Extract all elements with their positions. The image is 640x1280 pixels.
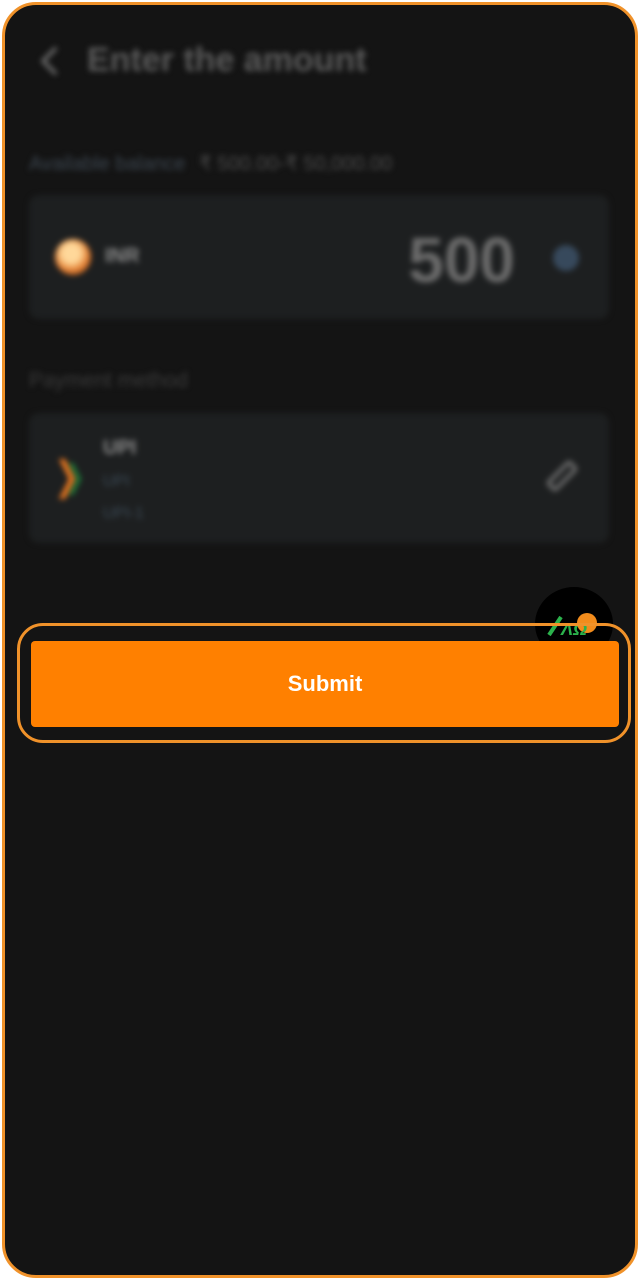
page-title: Enter the amount [87, 41, 367, 79]
amount-input[interactable]: 500 [408, 223, 515, 297]
payment-method-card[interactable]: UPI UPI UPI-1 [29, 413, 609, 543]
app-frame: Enter the amount Available balance ₹ 500… [2, 2, 638, 1278]
method-name: UPI [103, 437, 137, 459]
edit-icon[interactable] [543, 457, 583, 497]
amount-card[interactable]: INR 500 [29, 195, 609, 319]
submit-button[interactable]: Submit [31, 641, 619, 727]
back-icon[interactable] [35, 41, 65, 81]
clear-icon[interactable] [553, 245, 579, 271]
currency-label: INR [105, 245, 140, 267]
method-account: UPI-1 [103, 505, 144, 522]
balance-range: ₹ 500.00-₹ 50,000.00 [198, 153, 393, 175]
coin-icon [55, 239, 91, 275]
payment-method-label: Payment method [29, 369, 188, 392]
method-subtitle: UPI [103, 473, 130, 490]
balance-label: Available balance [29, 153, 186, 175]
available-balance: Available balance ₹ 500.00-₹ 50,000.00 [29, 151, 392, 176]
upi-logo-icon [59, 459, 81, 499]
phone-screen: Enter the amount Available balance ₹ 500… [0, 0, 640, 1280]
